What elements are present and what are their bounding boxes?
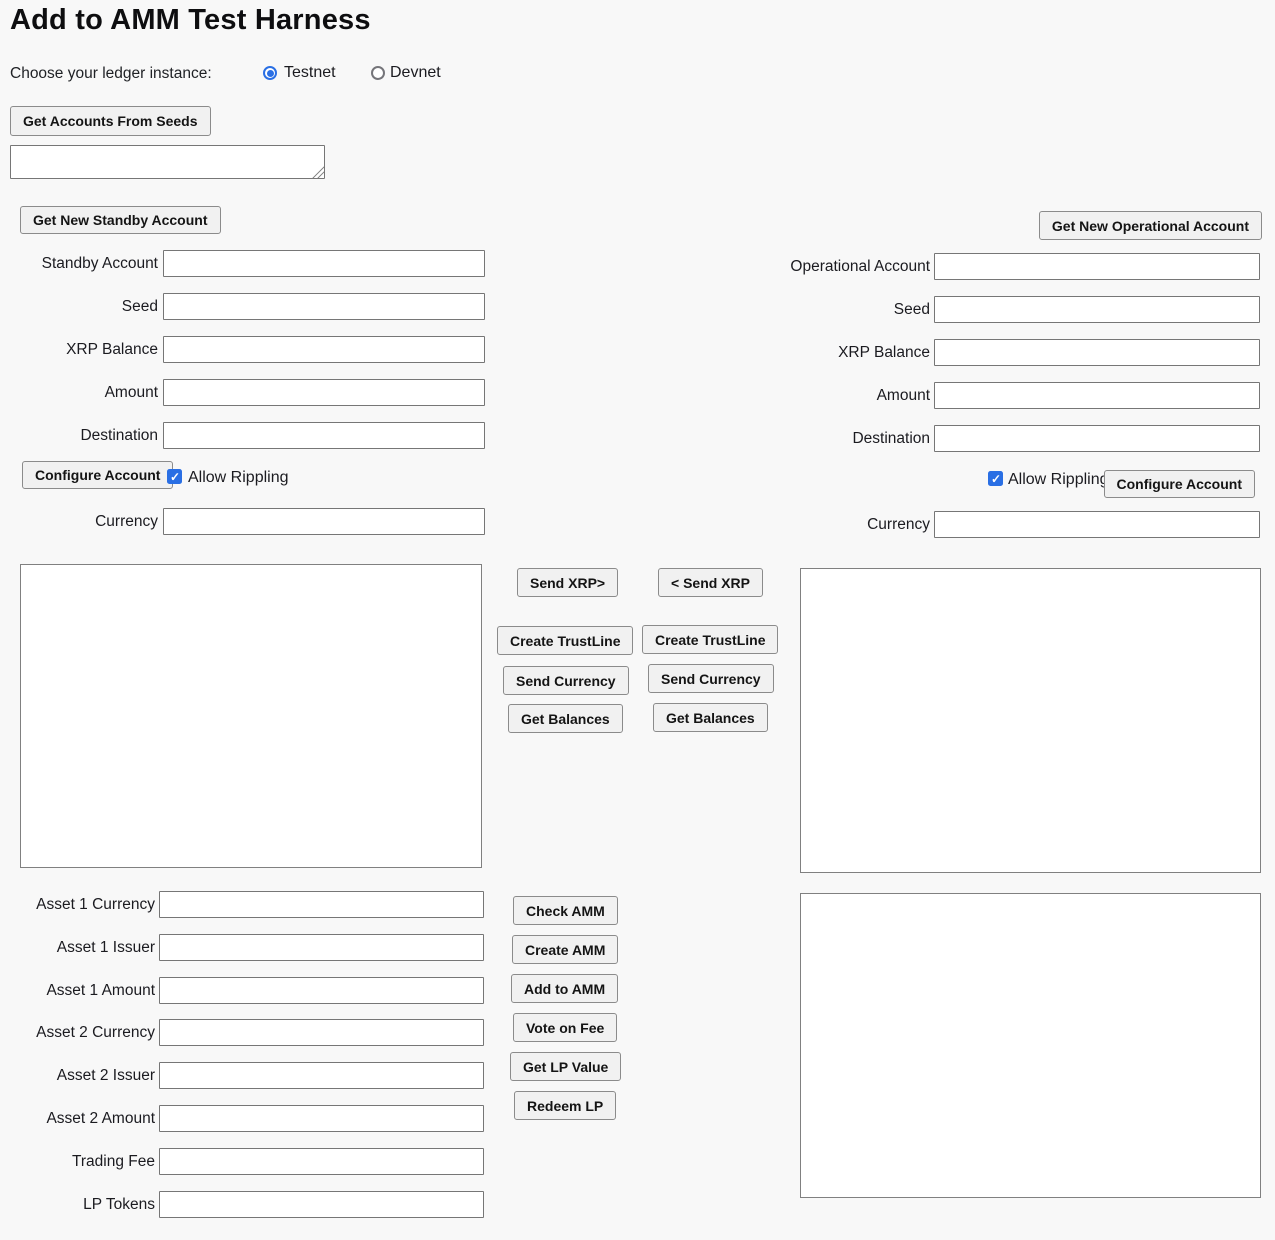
get-balances-standby-button[interactable]: Get Balances (508, 704, 623, 733)
radio-devnet-label[interactable]: Devnet (390, 64, 441, 82)
operational-results-area[interactable] (800, 568, 1261, 873)
standby-xrp-balance-label: XRP Balance (0, 336, 158, 363)
operational-xrp-balance-label: XRP Balance (640, 339, 930, 366)
standby-results-area[interactable] (20, 564, 482, 868)
trading-fee-input[interactable] (159, 1148, 484, 1175)
page-title: Add to AMM Test Harness (10, 4, 371, 37)
operational-destination-label: Destination (640, 425, 930, 452)
trading-fee-label: Trading Fee (0, 1148, 155, 1175)
operational-allow-rippling-checkbox[interactable] (988, 471, 1003, 486)
standby-account-input[interactable] (163, 250, 485, 277)
operational-configure-account-button[interactable]: Configure Account (1104, 470, 1255, 498)
get-accounts-from-seeds-button[interactable]: Get Accounts From Seeds (10, 106, 211, 136)
asset1-issuer-label: Asset 1 Issuer (0, 934, 155, 961)
radio-testnet-label[interactable]: Testnet (284, 64, 336, 82)
operational-seed-input[interactable] (934, 296, 1260, 323)
operational-seed-label: Seed (640, 296, 930, 323)
asset1-currency-input[interactable] (159, 891, 484, 918)
operational-amount-label: Amount (640, 382, 930, 409)
asset1-amount-input[interactable] (159, 977, 484, 1004)
amm-test-harness-page: Add to AMM Test Harness Choose your ledg… (0, 0, 1275, 1240)
operational-account-input[interactable] (934, 253, 1260, 280)
standby-seed-input[interactable] (163, 293, 485, 320)
radio-testnet[interactable] (263, 66, 277, 80)
asset2-currency-label: Asset 2 Currency (0, 1019, 155, 1046)
resize-handle-icon[interactable] (312, 166, 324, 178)
lp-tokens-label: LP Tokens (0, 1191, 155, 1218)
create-trustline-standby-button[interactable]: Create TrustLine (497, 626, 633, 655)
asset2-issuer-label: Asset 2 Issuer (0, 1062, 155, 1089)
asset2-amount-label: Asset 2 Amount (0, 1105, 155, 1132)
operational-currency-label: Currency (640, 511, 930, 538)
get-new-standby-account-button[interactable]: Get New Standby Account (20, 206, 221, 234)
standby-amount-label: Amount (0, 379, 158, 406)
ledger-instance-label: Choose your ledger instance: (10, 64, 212, 83)
operational-destination-input[interactable] (934, 425, 1260, 452)
check-amm-button[interactable]: Check AMM (513, 896, 618, 925)
operational-xrp-balance-input[interactable] (934, 339, 1260, 366)
standby-destination-label: Destination (0, 422, 158, 449)
asset1-currency-label: Asset 1 Currency (0, 891, 155, 918)
asset1-amount-label: Asset 1 Amount (0, 977, 155, 1004)
operational-amount-input[interactable] (934, 382, 1260, 409)
radio-devnet[interactable] (371, 66, 385, 80)
get-balances-operational-button[interactable]: Get Balances (653, 703, 768, 732)
lp-tokens-input[interactable] (159, 1191, 484, 1218)
standby-allow-rippling-label: Allow Rippling (188, 468, 289, 488)
standby-configure-account-button[interactable]: Configure Account (22, 461, 173, 489)
asset2-issuer-input[interactable] (159, 1062, 484, 1089)
get-lp-value-button[interactable]: Get LP Value (510, 1052, 621, 1081)
get-new-operational-account-button[interactable]: Get New Operational Account (1039, 211, 1262, 240)
standby-currency-label: Currency (0, 508, 158, 535)
standby-allow-rippling-checkbox[interactable] (167, 469, 182, 484)
asset2-currency-input[interactable] (159, 1019, 484, 1046)
asset2-amount-input[interactable] (159, 1105, 484, 1132)
standby-account-label: Standby Account (0, 250, 158, 277)
send-xrp-operational-button[interactable]: < Send XRP (658, 568, 763, 597)
standby-xrp-balance-input[interactable] (163, 336, 485, 363)
send-currency-standby-button[interactable]: Send Currency (503, 666, 629, 695)
add-to-amm-button[interactable]: Add to AMM (511, 974, 618, 1003)
operational-currency-input[interactable] (934, 511, 1260, 538)
operational-account-label: Operational Account (640, 253, 930, 280)
seeds-textarea[interactable] (10, 145, 325, 179)
amm-results-area[interactable] (800, 893, 1261, 1198)
operational-allow-rippling-label: Allow Rippling (1008, 470, 1109, 490)
create-trustline-operational-button[interactable]: Create TrustLine (642, 625, 778, 654)
vote-on-fee-button[interactable]: Vote on Fee (513, 1013, 617, 1042)
standby-seed-label: Seed (0, 293, 158, 320)
standby-currency-input[interactable] (163, 508, 485, 535)
asset1-issuer-input[interactable] (159, 934, 484, 961)
send-currency-operational-button[interactable]: Send Currency (648, 664, 774, 693)
create-amm-button[interactable]: Create AMM (512, 935, 618, 964)
standby-destination-input[interactable] (163, 422, 485, 449)
standby-amount-input[interactable] (163, 379, 485, 406)
send-xrp-standby-button[interactable]: Send XRP> (517, 568, 618, 597)
redeem-lp-button[interactable]: Redeem LP (514, 1091, 616, 1120)
